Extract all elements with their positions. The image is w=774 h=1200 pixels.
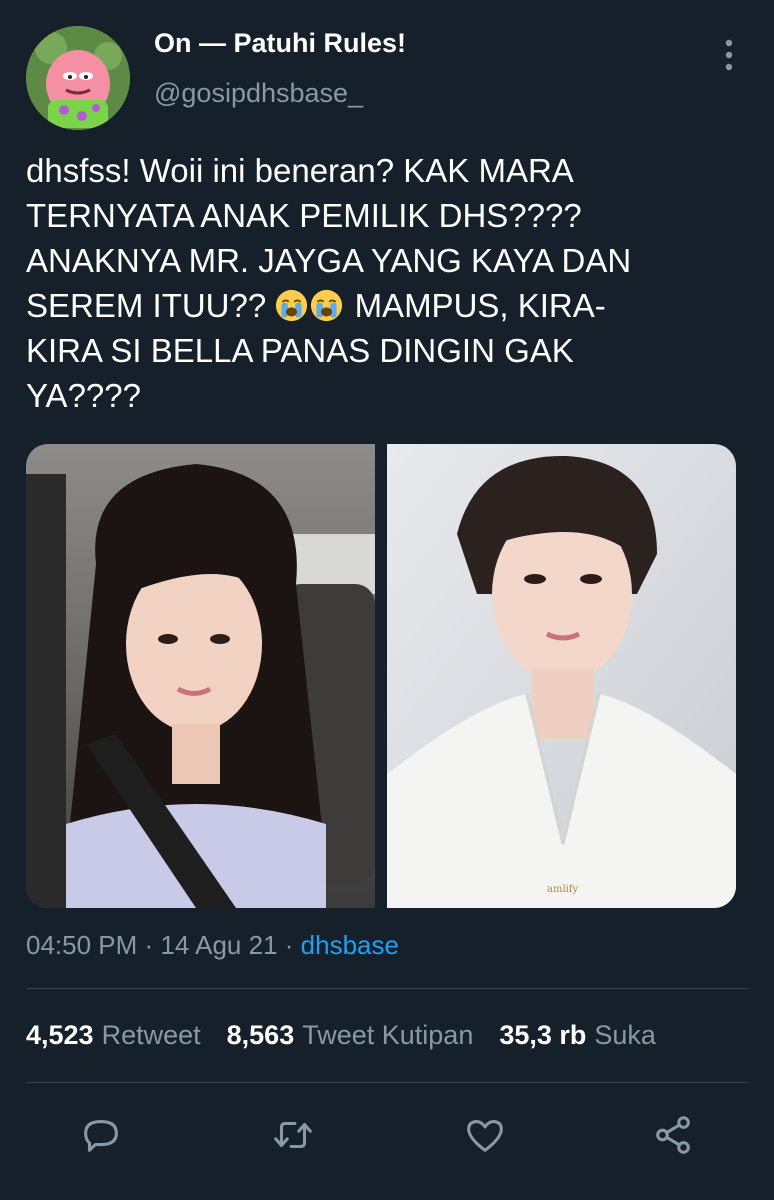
tweet-time[interactable]: 04:50 PM: [26, 930, 137, 960]
separator: ·: [284, 930, 301, 960]
tweet-line-with-emoji: SEREM ITUU?? MAMPUS, KIRA-: [26, 283, 746, 328]
tweet-stats: 4,523 Retweet 8,563 Tweet Kutipan 35,3 rb Suk…: [26, 1020, 682, 1051]
tweet-source-link[interactable]: dhsbase: [301, 930, 399, 960]
reply-icon[interactable]: [78, 1112, 124, 1158]
tweet-line: ANAKNYA MR. JAYGA YANG KAYA DAN: [26, 242, 632, 279]
quote-count[interactable]: 8,563 Tweet Kutipan: [227, 1020, 500, 1050]
tweet-line: MAMPUS, KIRA-: [354, 287, 606, 324]
retweet-icon[interactable]: [270, 1112, 316, 1158]
share-icon[interactable]: [650, 1112, 696, 1158]
like-count[interactable]: 35,3 rb Suka: [499, 1020, 682, 1050]
crying-face-icon: [276, 289, 308, 322]
author-name[interactable]: On — Patuhi Rules!: [154, 28, 406, 59]
divider: [26, 988, 748, 989]
tweet-line: YA????: [26, 377, 141, 414]
tweet-line: TERNYATA ANAK PEMILIK DHS????: [26, 197, 582, 234]
tweet-line: KIRA SI BELLA PANAS DINGIN GAK: [26, 332, 574, 369]
tweet-photo-2[interactable]: amlify: [387, 444, 736, 908]
author-handle[interactable]: @gosipdhsbase_: [154, 78, 363, 109]
crying-face-icon: [311, 289, 343, 322]
tweet-line: dhsfss! Woii ini beneran? KAK MARA: [26, 152, 574, 189]
divider: [26, 1082, 748, 1083]
like-icon[interactable]: [462, 1112, 508, 1158]
retweet-count[interactable]: 4,523 Retweet: [26, 1020, 227, 1050]
tweet-media: amlify: [26, 444, 736, 908]
separator: ·: [144, 930, 161, 960]
tweet-photo-1[interactable]: [26, 444, 375, 908]
tweet-line: SEREM ITUU??: [26, 287, 267, 324]
image-watermark: amlify: [547, 884, 579, 895]
tweet-date[interactable]: 14 Agu 21: [160, 930, 277, 960]
profile-avatar[interactable]: [26, 26, 130, 130]
tweet-text: dhsfss! Woii ini beneran? KAK MARA TERNY…: [26, 148, 746, 418]
tweet-meta: 04:50 PM · 14 Agu 21 · dhsbase: [26, 930, 399, 961]
more-options-icon[interactable]: [718, 38, 740, 72]
